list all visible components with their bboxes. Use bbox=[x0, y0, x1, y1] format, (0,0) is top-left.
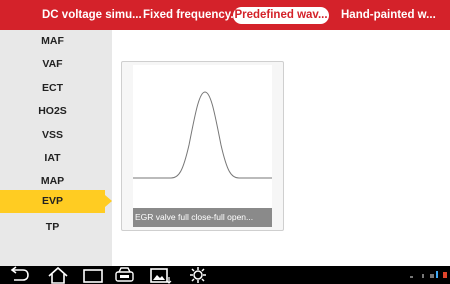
tab-predefined-waveform[interactable]: Predefined wav... bbox=[233, 7, 329, 24]
waveform-preview bbox=[133, 65, 272, 210]
tab-dc-voltage-simulation[interactable]: DC voltage simu... bbox=[42, 0, 142, 30]
sidebar-item-iat[interactable]: IAT bbox=[0, 147, 105, 170]
sidebar-item-maf[interactable]: MAF bbox=[0, 30, 105, 53]
status-icons bbox=[410, 271, 447, 278]
screenshot-icon[interactable] bbox=[149, 266, 173, 284]
sidebar-item-ho2s[interactable]: HO2S bbox=[0, 100, 105, 123]
vehicle-icon[interactable] bbox=[114, 266, 136, 284]
status-indicators bbox=[408, 269, 448, 281]
sidebar-item-evp[interactable]: EVP bbox=[0, 190, 112, 214]
sidebar-item-tp[interactable]: TP bbox=[0, 216, 105, 239]
sensor-sidebar: MAF VAF ECT HO2S VSS IAT MAP EVP TP bbox=[0, 30, 112, 266]
sidebar-item-vaf[interactable]: VAF bbox=[0, 53, 105, 76]
waveform-caption: EGR valve full close-full open... bbox=[133, 208, 272, 227]
system-nav-bar bbox=[0, 266, 450, 284]
sidebar-item-ect[interactable]: ECT bbox=[0, 77, 105, 100]
waveform-card[interactable]: EGR valve full close-full open... bbox=[121, 61, 284, 231]
home-icon[interactable] bbox=[46, 266, 70, 284]
recent-apps-icon[interactable] bbox=[82, 266, 104, 284]
sidebar-item-vss[interactable]: VSS bbox=[0, 124, 105, 147]
tab-fixed-frequency[interactable]: Fixed frequency... bbox=[143, 0, 240, 30]
tab-hand-painted-waveform[interactable]: Hand-painted w... bbox=[341, 0, 436, 30]
waveform-graph bbox=[133, 91, 272, 179]
tab-bar: DC voltage simu... Fixed frequency... Pr… bbox=[0, 0, 450, 30]
settings-icon[interactable] bbox=[188, 266, 208, 284]
back-icon[interactable] bbox=[9, 266, 31, 284]
